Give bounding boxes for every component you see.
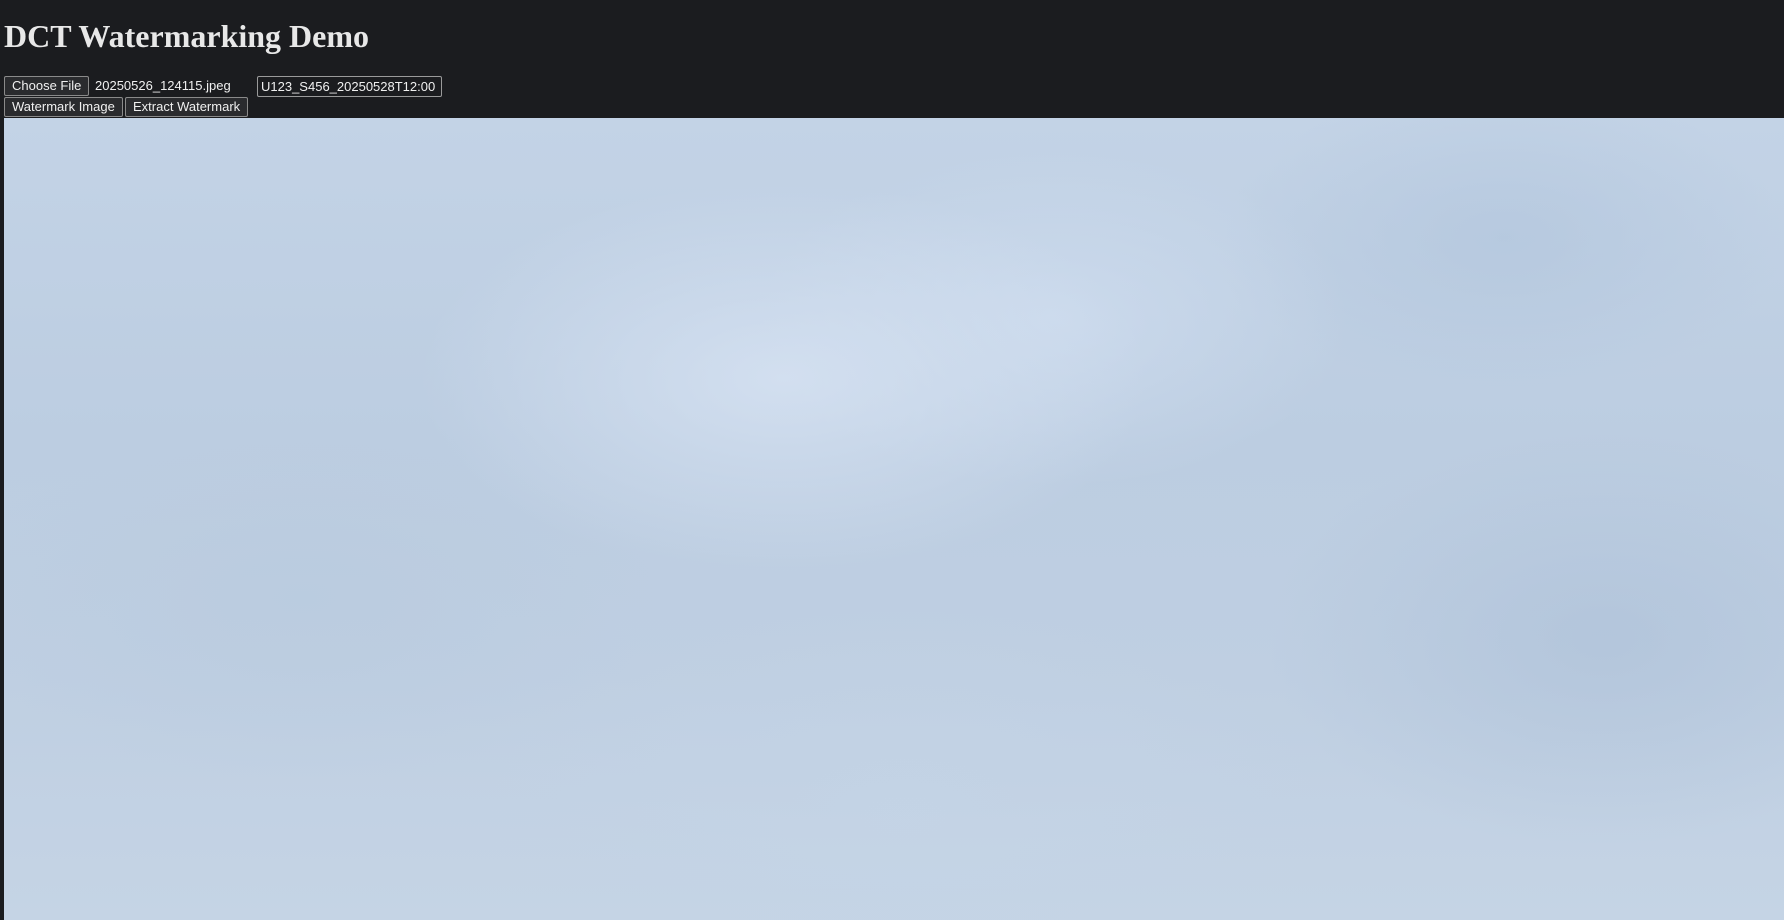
choose-file-button[interactable]: Choose File <box>4 76 90 96</box>
page-title: DCT Watermarking Demo <box>4 18 370 54</box>
watermark-text-input[interactable] <box>257 76 442 97</box>
selected-file-name: 20250526_124115.jpeg <box>95 78 231 93</box>
image-preview <box>4 118 1784 920</box>
extract-watermark-button[interactable]: Extract Watermark <box>125 97 249 117</box>
watermark-image-button[interactable]: Watermark Image <box>4 97 123 117</box>
